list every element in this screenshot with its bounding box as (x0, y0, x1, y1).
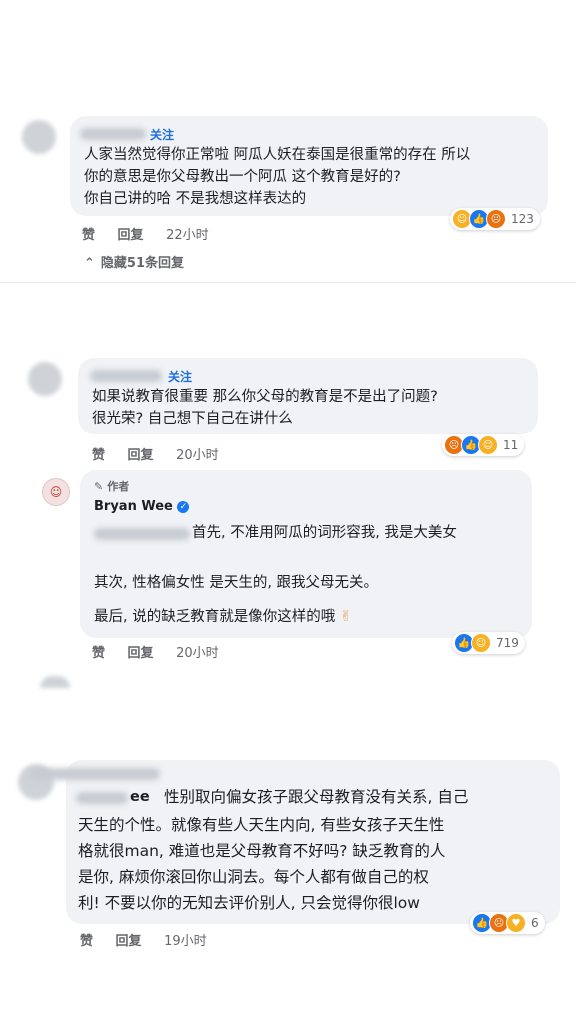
reply-link[interactable]: 回复 (128, 448, 154, 463)
reaction-summary[interactable]: ☹ 👍 ☺ 11 (442, 434, 525, 456)
comment-text-line: 格就很man, 难道也是父母教育不好吗? 缺乏教育的人 (78, 842, 446, 860)
author-name[interactable]: Bryan Wee ✓ (94, 496, 190, 518)
commenter-name-redacted[interactable] (30, 768, 160, 780)
author-name-text: Bryan Wee (94, 499, 173, 514)
comment-text-line: 你的意思是你父母教出一个阿瓜 这个教育是好的? (84, 169, 401, 185)
commenter-name-redacted[interactable] (76, 792, 128, 804)
comment-text-line: 天生的个性。就像有些人天生内向, 有些女孩子天生性 (78, 816, 445, 834)
comment-panel-3: ee 性别取向偏女孩子跟父母教育没有关系, 自己 天生的个性。就像有些人天生内向… (4, 752, 570, 962)
reaction-count: 123 (511, 212, 534, 226)
angry-reaction-icon: ☹ (486, 209, 506, 229)
follow-link[interactable]: 关注 (168, 368, 192, 385)
verified-badge-icon: ✓ (177, 500, 190, 513)
haha-reaction-icon: ☺ (471, 633, 491, 653)
like-link[interactable]: 赞 (92, 646, 105, 661)
comment-actions: 赞 回复 20小时 (92, 444, 237, 463)
reaction-summary[interactable]: 👍 ☹ ♥ 6 (470, 912, 545, 934)
commenter-name-redacted[interactable] (90, 370, 162, 382)
commenter-name-redacted[interactable] (80, 128, 146, 140)
comment-text-line: 性别取向偏女孩子跟父母教育没有关系, 自己 (164, 788, 469, 806)
comment-actions: 赞 回复 22小时 (82, 224, 227, 243)
divider (0, 282, 576, 283)
reply-actions: 赞 回复 20小时 (92, 642, 237, 661)
comment-actions: 赞 回复 19小时 (80, 930, 225, 949)
mention-redacted[interactable] (94, 528, 190, 540)
like-link[interactable]: 赞 (80, 934, 93, 949)
comment-text-line: 人家当然觉得你正常啦 阿瓜人妖在泰国是很重常的存在 所以 (84, 147, 471, 163)
timestamp[interactable]: 19小时 (164, 934, 207, 949)
reaction-count: 11 (503, 438, 519, 452)
reply-text-line: 其次, 性格偏女性 是天生的, 跟我父母无关。 (94, 575, 379, 591)
reply-link[interactable]: 回复 (116, 934, 142, 949)
comment-panel-2: 关注 如果说教育很重要 那么你父母的教育是不是出了问题? 很光荣? 自己想下自己… (4, 350, 570, 688)
avatar[interactable] (28, 362, 62, 396)
next-avatar-partial (40, 676, 70, 688)
timestamp[interactable]: 22小时 (166, 228, 209, 243)
comment-text-line: 利! 不要以你的无知去评价别人, 只会觉得你很low (78, 894, 420, 912)
follow-link[interactable]: 关注 (150, 126, 174, 143)
haha-reaction-icon: ☺ (478, 435, 498, 455)
reaction-summary[interactable]: 👍 ☺ 719 (452, 632, 525, 654)
comment-text-line: 如果说教育很重要 那么你父母的教育是不是出了问题? (92, 389, 438, 405)
reaction-count: 6 (531, 916, 539, 930)
comment-text-line: 你自己讲的哈 不是我想这样表达的 (84, 191, 307, 207)
reply-text-line: 首先, 不准用阿瓜的词形容我, 我是大美女 (192, 525, 457, 541)
comment-panel-1: 关注 人家当然觉得你正常啦 阿瓜人妖在泰国是很重常的存在 所以 你的意思是你父母… (4, 100, 570, 280)
like-link[interactable]: 赞 (92, 448, 105, 463)
like-link[interactable]: 赞 (82, 228, 95, 243)
chevron-up-icon: ⌃ (84, 256, 95, 271)
reply-text-line: 最后, 说的缺乏教育就是像你这样的哦 ✌ (94, 606, 352, 628)
care-reaction-icon: ♥ (506, 913, 526, 933)
comment-text-line: 很光荣? 自己想下自己在讲什么 (92, 411, 293, 427)
reply-text-last: 最后, 说的缺乏教育就是像你这样的哦 (94, 609, 336, 625)
author-avatar[interactable]: ☺ (42, 478, 70, 506)
author-badge: ✎ 作者 (94, 478, 147, 494)
reaction-summary[interactable]: ☺ 👍 ☹ 123 (450, 208, 540, 230)
hand-emoji-icon: ✌ (339, 609, 352, 625)
reaction-count: 719 (496, 636, 519, 650)
hide-replies-label: 隐藏51条回复 (100, 256, 184, 271)
reply-link[interactable]: 回复 (128, 646, 154, 661)
pencil-icon: ✎ (94, 480, 104, 493)
author-badge-label: 作者 (107, 480, 130, 493)
commenter-name-partial[interactable]: ee (130, 786, 150, 808)
timestamp[interactable]: 20小时 (176, 646, 219, 661)
comment-text-line: 是你, 麻烦你滚回你山洞去。每个人都有做自己的权 (78, 868, 429, 886)
avatar[interactable] (22, 120, 56, 154)
reply-link[interactable]: 回复 (118, 228, 144, 243)
timestamp[interactable]: 20小时 (176, 448, 219, 463)
hide-replies-link[interactable]: ⌃ 隐藏51条回复 (84, 252, 202, 271)
